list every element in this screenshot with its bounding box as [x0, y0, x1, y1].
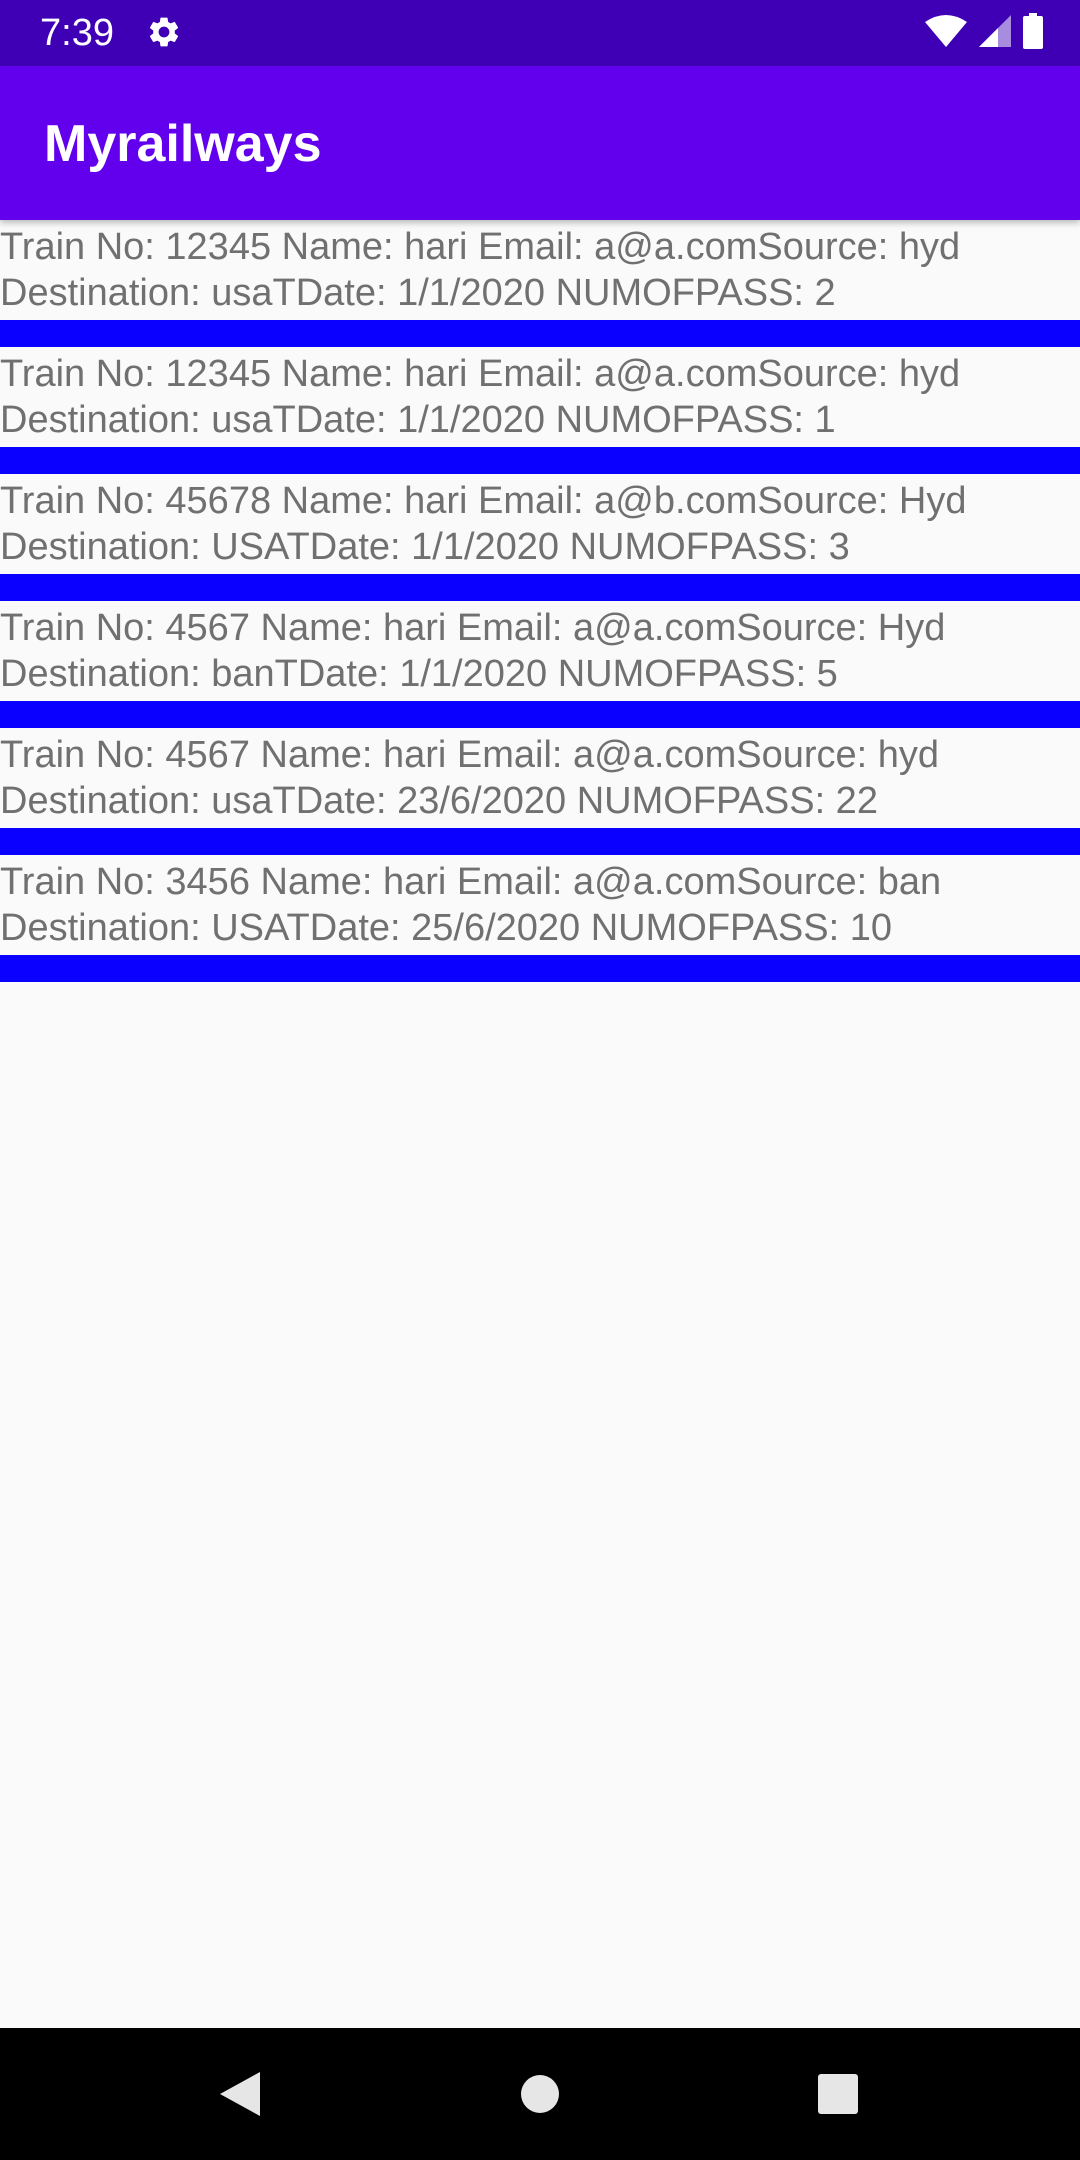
- booking-line-2: Destination: usaTDate: 1/1/2020 NUMOFPAS…: [0, 399, 836, 441]
- booking-text: Train No: 12345 Name: hari Email: a@a.co…: [0, 351, 1080, 443]
- booking-item[interactable]: Train No: 45678 Name: hari Email: a@b.co…: [0, 474, 1080, 601]
- booking-text: Train No: 3456 Name: hari Email: a@a.com…: [0, 859, 1080, 951]
- item-divider: [0, 955, 1080, 982]
- recents-icon[interactable]: [808, 2064, 868, 2124]
- booking-line-1: Train No: 45678 Name: hari Email: a@b.co…: [0, 480, 967, 522]
- navigation-bar: [0, 2028, 1080, 2160]
- status-icons: [924, 12, 1044, 54]
- booking-item[interactable]: Train No: 12345 Name: hari Email: a@a.co…: [0, 220, 1080, 347]
- settings-icon: [146, 14, 182, 50]
- booking-line-2: Destination: banTDate: 1/1/2020 NUMOFPAS…: [0, 653, 838, 695]
- booking-line-1: Train No: 3456 Name: hari Email: a@a.com…: [0, 861, 942, 903]
- app-bar: Myrailways: [0, 66, 1080, 220]
- home-icon[interactable]: [510, 2064, 570, 2124]
- booking-line-2: Destination: usaTDate: 1/1/2020 NUMOFPAS…: [0, 272, 836, 314]
- battery-icon: [1022, 12, 1044, 54]
- booking-text: Train No: 4567 Name: hari Email: a@a.com…: [0, 732, 1080, 824]
- booking-list[interactable]: Train No: 12345 Name: hari Email: a@a.co…: [0, 220, 1080, 982]
- item-divider: [0, 828, 1080, 855]
- booking-text: Train No: 45678 Name: hari Email: a@b.co…: [0, 478, 1080, 570]
- status-time: 7:39: [40, 12, 114, 54]
- item-divider: [0, 574, 1080, 601]
- booking-item[interactable]: Train No: 4567 Name: hari Email: a@a.com…: [0, 728, 1080, 855]
- item-divider: [0, 320, 1080, 347]
- booking-line-2: Destination: USATDate: 25/6/2020 NUMOFPA…: [0, 907, 892, 949]
- wifi-icon: [924, 14, 968, 53]
- booking-item[interactable]: Train No: 4567 Name: hari Email: a@a.com…: [0, 601, 1080, 728]
- booking-line-2: Destination: USATDate: 1/1/2020 NUMOFPAS…: [0, 526, 850, 568]
- signal-icon: [978, 14, 1012, 53]
- booking-line-1: Train No: 12345 Name: hari Email: a@a.co…: [0, 353, 961, 395]
- item-divider: [0, 701, 1080, 728]
- status-bar: 7:39: [0, 0, 1080, 66]
- booking-item[interactable]: Train No: 3456 Name: hari Email: a@a.com…: [0, 855, 1080, 982]
- booking-text: Train No: 4567 Name: hari Email: a@a.com…: [0, 605, 1080, 697]
- app-title: Myrailways: [44, 115, 322, 173]
- booking-line-1: Train No: 4567 Name: hari Email: a@a.com…: [0, 607, 946, 649]
- booking-line-1: Train No: 12345 Name: hari Email: a@a.co…: [0, 226, 961, 268]
- booking-line-1: Train No: 4567 Name: hari Email: a@a.com…: [0, 734, 940, 776]
- booking-line-2: Destination: usaTDate: 23/6/2020 NUMOFPA…: [0, 780, 878, 822]
- booking-text: Train No: 12345 Name: hari Email: a@a.co…: [0, 224, 1080, 316]
- back-icon[interactable]: [210, 2064, 270, 2124]
- booking-item[interactable]: Train No: 12345 Name: hari Email: a@a.co…: [0, 347, 1080, 474]
- item-divider: [0, 447, 1080, 474]
